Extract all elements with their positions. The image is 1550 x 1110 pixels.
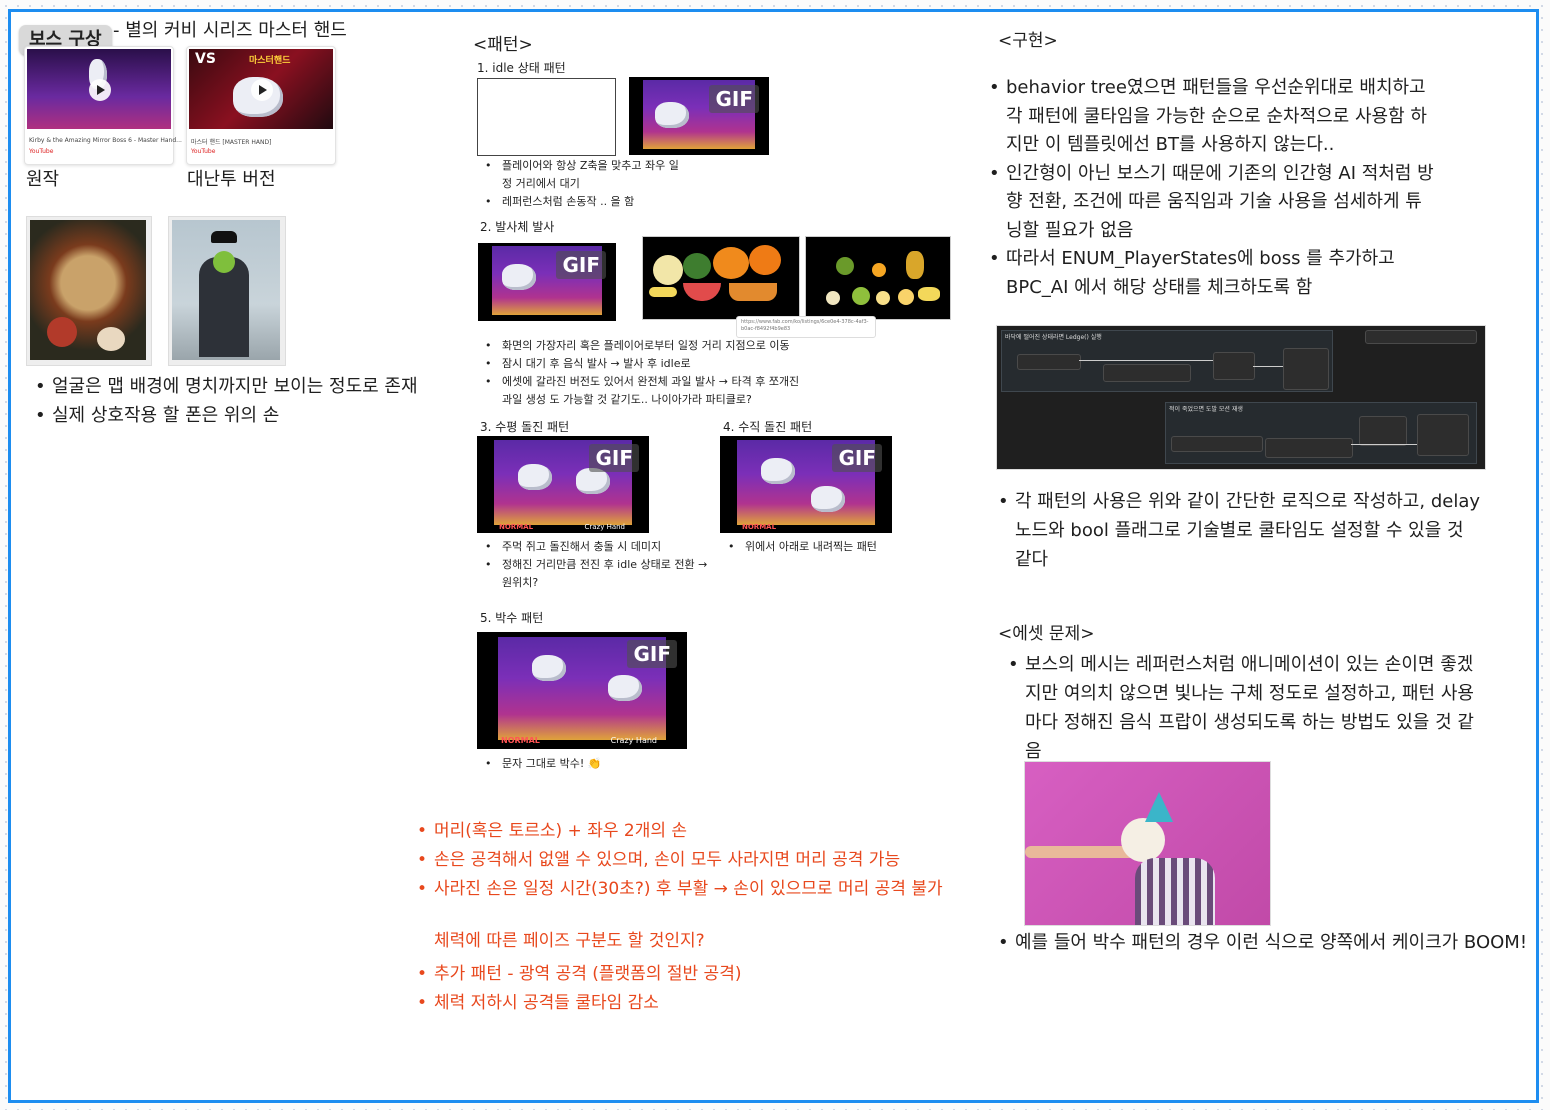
painting-vertumnus[interactable]	[26, 216, 152, 366]
list-item: behavior tree였으면 패턴들을 우선순위대로 배치하고 각 패턴에 …	[986, 74, 1436, 160]
bp-comment-ledge: 바닥에 떨어진 상태라면 Ledge() 실행	[1005, 334, 1102, 341]
list-item: 예를 들어 박수 패턴의 경우 이런 식으로 양쪽에서 케이크가 BOOM!	[995, 932, 1540, 954]
video-thumbnail: VS 마스터핸드	[189, 49, 333, 129]
video-caption: 마스터 핸드 [MASTER HAND]	[191, 139, 272, 146]
list-item: 실제 상호작용 할 폰은 위의 손	[32, 401, 452, 430]
list-item: 주먹 쥐고 돌진해서 충돌 시 데미지	[482, 538, 712, 556]
impl-heading: <구현>	[998, 31, 1058, 51]
list-item: 레퍼런스처럼 손동작 .. 을 함	[482, 193, 682, 211]
list-item: 문자 그대로 박수! 👏	[482, 755, 682, 773]
list-item: 에셋에 갈라진 버전도 있어서 완전체 과일 발사 → 타격 후 쪼개진 과일 …	[482, 373, 812, 409]
gif-label: GIF	[589, 444, 639, 472]
video-card-dairantou[interactable]: VS 마스터핸드 마스터 핸드 [MASTER HAND] YouTube	[186, 46, 336, 165]
list-item: 사라진 손은 일정 시간(30초?) 후 부활 → 손이 있으므로 머리 공격 …	[414, 875, 994, 904]
list-item: 플레이어와 항상 Z축을 맞추고 좌우 일정 거리에서 대기	[482, 157, 682, 193]
list-item: 잠시 대기 후 음식 발사 → 발사 후 idle로	[482, 355, 812, 373]
gif-label: GIF	[627, 640, 677, 668]
pattern-5-title: 5. 박수 패턴	[480, 611, 544, 625]
pattern-1-title: 1. idle 상태 패턴	[477, 61, 566, 75]
gif-horizontal-dash[interactable]: GIF NORMAL Crazy Hand	[477, 436, 649, 533]
fruit-asset-image-2[interactable]	[805, 236, 951, 320]
pattern-heading: <패턴>	[473, 35, 533, 55]
pattern-2-bullets: 화면의 가장자리 혹은 플레이어로부터 일정 거리 지점으로 이동 잠시 대기 …	[482, 337, 812, 409]
fruit-asset-image-1[interactable]	[642, 236, 800, 320]
boss-notes-red-more: 추가 패턴 - 광역 공격 (플랫폼의 절반 공격) 체력 저하시 공격들 쿨타…	[414, 960, 994, 1018]
list-item: 머리(혹은 토르소) + 좌우 2개의 손	[414, 817, 994, 846]
asset-heading: <에셋 문제>	[998, 624, 1095, 644]
phase-question: 체력에 따른 페이즈 구분도 할 것인지?	[434, 931, 705, 951]
list-item: 보스의 메시는 레퍼런스처럼 애니메이션이 있는 손이면 좋겠지만 여의치 않으…	[1005, 650, 1475, 766]
list-item: 손은 공격해서 없앨 수 있으며, 손이 모두 사라지면 머리 공격 가능	[414, 846, 994, 875]
play-icon[interactable]	[89, 79, 111, 101]
list-item: 각 패턴의 사용은 위와 같이 간단한 로직으로 작성하고, delay 노드와…	[995, 487, 1485, 574]
painting-son-of-man[interactable]	[168, 216, 286, 366]
pattern-3-bullets: 주먹 쥐고 돌진해서 충돌 시 데미지 정해진 거리만큼 전진 후 idle 상…	[482, 538, 712, 592]
video-caption: Kirby & the Amazing Mirror Boss 6 - Mast…	[29, 137, 182, 144]
impl-bullets: behavior tree였으면 패턴들을 우선순위대로 배치하고 각 패턴에 …	[986, 74, 1436, 302]
video-thumbnail	[27, 49, 171, 129]
list-item: 인간형이 아닌 보스기 때문에 기존의 인간형 AI 적처럼 방향 전환, 조건…	[986, 160, 1436, 246]
pattern-4-bullets: 위에서 아래로 내려찍는 패턴	[725, 538, 895, 556]
vs-label: VS	[195, 51, 216, 67]
pattern-4-title: 4. 수직 돌진 패턴	[723, 420, 813, 434]
list-item: 얼굴은 맵 배경에 명치까지만 보이는 정도로 존재	[32, 372, 452, 401]
list-item: 위에서 아래로 내려찍는 패턴	[725, 538, 895, 556]
list-item: 정해진 거리만큼 전진 후 idle 상태로 전환 → 원위치?	[482, 556, 712, 592]
gif-label: GIF	[832, 444, 882, 472]
board-title: - 별의 커비 시리즈 마스터 핸드	[113, 20, 347, 41]
face-bullets: 얼굴은 맵 배경에 명치까지만 보이는 정도로 존재 실제 상호작용 할 폰은 …	[32, 372, 452, 430]
youtube-source: YouTube	[191, 148, 216, 155]
play-icon[interactable]	[251, 79, 273, 101]
bp-comment-taunt: 적이 죽었으면 도발 모션 재생	[1169, 406, 1243, 413]
gif-idle[interactable]: GIF	[629, 77, 769, 155]
pattern-1-bullets: 플레이어와 항상 Z축을 맞추고 좌우 일정 거리에서 대기 레퍼런스처럼 손동…	[482, 157, 682, 211]
hud-boss: Crazy Hand	[610, 736, 657, 745]
pattern-2-title: 2. 발사체 발사	[480, 220, 555, 234]
pattern-3-title: 3. 수평 돌진 패턴	[480, 420, 570, 434]
asset-link-tooltip[interactable]: https://www.fab.com/ko/listings/6ce0e4-3…	[736, 316, 876, 338]
youtube-source: YouTube	[29, 148, 54, 155]
hud-normal: NORMAL	[499, 523, 534, 531]
asset-bullets: 보스의 메시는 레퍼런스처럼 애니메이션이 있는 손이면 좋겠지만 여의치 않으…	[1005, 650, 1475, 766]
boss-notes-red: 머리(혹은 토르소) + 좌우 2개의 손 손은 공격해서 없앨 수 있으며, …	[414, 817, 994, 904]
empty-placeholder[interactable]	[477, 78, 616, 156]
list-item: 추가 패턴 - 광역 공격 (플랫폼의 절반 공격)	[414, 960, 994, 989]
hud-normal: NORMAL	[742, 523, 777, 531]
list-item: 체력 저하시 공격들 쿨타임 감소	[414, 989, 994, 1018]
pattern-5-bullets: 문자 그대로 박수! 👏	[482, 755, 682, 773]
list-item: 화면의 가장자리 혹은 플레이어로부터 일정 거리 지점으로 이동	[482, 337, 812, 355]
cake-photo[interactable]	[1024, 761, 1271, 926]
banner-label: 마스터핸드	[249, 56, 291, 66]
gif-label: GIF	[709, 85, 759, 113]
video-card-original[interactable]: Kirby & the Amazing Mirror Boss 6 - Mast…	[24, 46, 182, 165]
label-original: 원작	[26, 169, 60, 190]
list-item: 따라서 ENUM_PlayerStates에 boss 를 추가하고 BPC_A…	[986, 245, 1436, 302]
hud-normal: NORMAL	[501, 736, 540, 745]
gif-clap[interactable]: GIF NORMAL Crazy Hand	[477, 632, 687, 749]
gif-projectile[interactable]: GIF	[478, 243, 616, 321]
gif-vertical-dash[interactable]: GIF NORMAL	[720, 436, 892, 533]
gif-label: GIF	[556, 251, 606, 279]
impl-after-bullets: 각 패턴의 사용은 위와 같이 간단한 로직으로 작성하고, delay 노드와…	[995, 487, 1485, 574]
asset-after-bullets: 예를 들어 박수 패턴의 경우 이런 식으로 양쪽에서 케이크가 BOOM!	[995, 932, 1540, 954]
label-dairantou: 대난투 버전	[187, 169, 276, 190]
hud-boss: Crazy Hand	[584, 523, 625, 531]
blueprint-screenshot[interactable]: 바닥에 떨어진 상태라면 Ledge() 실행 적이 죽었으면 도발 모션 재생	[996, 325, 1486, 470]
